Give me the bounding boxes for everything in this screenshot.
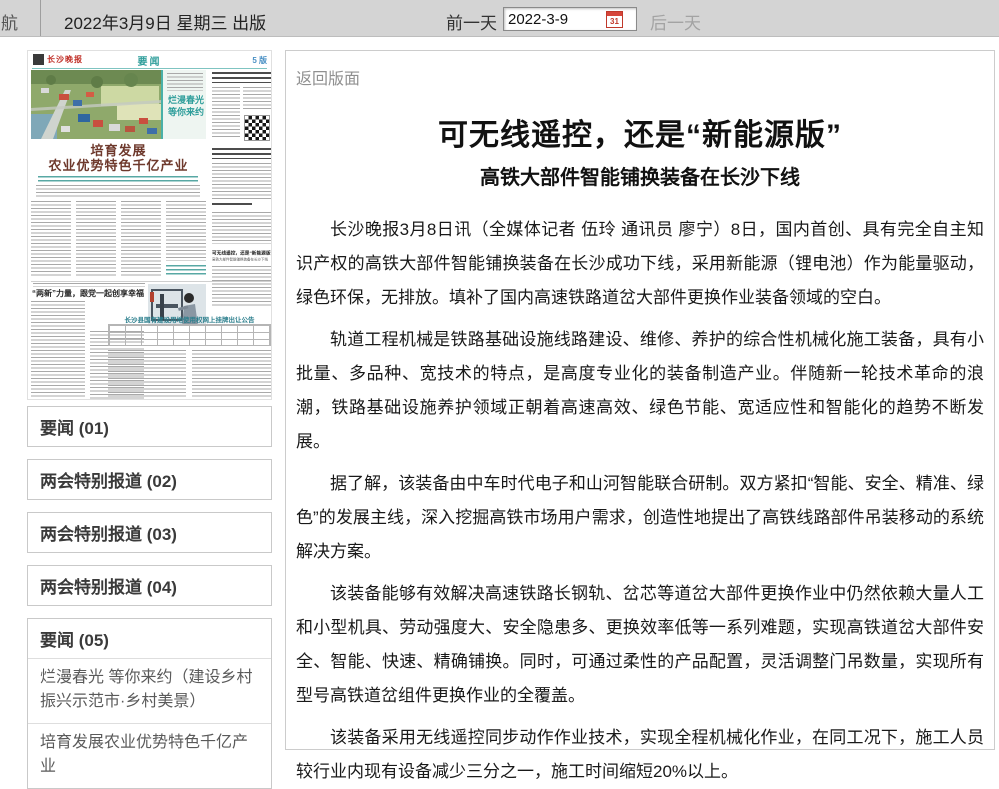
thumb-current-article-headline: 可无线遥控，还是“新能源版”	[212, 249, 259, 256]
previous-day-link[interactable]: 前一天	[446, 9, 497, 34]
thumb-right-headline-sim	[212, 72, 271, 83]
section-label[interactable]: 要闻 (01)	[28, 407, 271, 446]
thumb-subhead-sim	[38, 176, 198, 182]
article-title: 可无线遥控，还是“新能源版”	[296, 110, 984, 154]
article-panel: 返回版面 可无线遥控，还是“新能源版” 高铁大部件智能铺换装备在长沙下线 长沙晚…	[285, 50, 995, 750]
next-day-link-disabled: 后一天	[650, 9, 701, 34]
top-navigation-bar: 航 2022年3月9日 星期三 出版 前一天 31 后一天	[0, 0, 999, 37]
article-paragraph: 长沙晚报3月8日讯（全媒体记者 伍玲 通讯员 廖宁）8日，国内首创、具有完全自主…	[296, 213, 984, 315]
paper-thumbnail[interactable]: 长沙晚报 要闻 5 版	[27, 50, 272, 400]
sidebar-section-lianghui-03: 两会特别报道 (03)	[27, 512, 272, 553]
sidebar-section-lianghui-04: 两会特别报道 (04)	[27, 565, 272, 606]
article-body: 长沙晚报3月8日讯（全媒体记者 伍玲 通讯员 廖宁）8日，国内首创、具有完全自主…	[296, 213, 984, 789]
thumb-inset-feature: 烂漫春光 等你来约	[161, 70, 206, 139]
sidebar-section-yaowen-01: 要闻 (01)	[27, 406, 272, 447]
calendar-day-number: 31	[607, 17, 622, 27]
article-subtitle: 高铁大部件智能铺换装备在长沙下线	[296, 161, 984, 190]
article-paragraph: 据了解，该装备由中车时代电子和山河智能联合研制。双方紧扣“智能、安全、精准、绿色…	[296, 467, 984, 569]
article-paragraph: 轨道工程机械是铁路基础设施线路建设、维修、养护的综合性机械化施工装备，具有小批量…	[296, 323, 984, 459]
sidebar: 长沙晚报 要闻 5 版	[27, 50, 272, 789]
topbar-divider	[40, 0, 41, 36]
publication-date-label: 2022年3月9日 星期三 出版	[64, 9, 266, 34]
sidebar-section-yaowen-05: 要闻 (05) 烂漫春光 等你来约（建设乡村振兴示范市·乡村美景） 培育发展农业…	[27, 618, 272, 789]
section-label[interactable]: 两会特别报道 (04)	[28, 566, 271, 605]
thumb-current-article-subhead: 高铁大部件智能铺换装备在长沙下线	[212, 257, 253, 262]
thumb-inset-title: 烂漫春光 等你来约	[167, 94, 205, 118]
date-picker-field[interactable]: 31	[503, 7, 637, 31]
thumb-table-grid	[108, 324, 271, 346]
thumb-qr-code	[244, 115, 270, 141]
sidebar-section-lianghui-02: 两会特别报道 (02)	[27, 459, 272, 500]
calendar-icon[interactable]: 31	[606, 11, 623, 28]
section-label[interactable]: 要闻 (05)	[28, 619, 271, 658]
back-to-page-link[interactable]: 返回版面	[296, 65, 360, 89]
section-label[interactable]: 两会特别报道 (02)	[28, 460, 271, 499]
article-paragraph: 该装备采用无线遥控同步动作作业技术，实现全程机械化作业，在同工况下，施工人员较行…	[296, 721, 984, 789]
thumb-mid-headline: “两新”力量，跟党一起创享幸福	[32, 288, 146, 299]
article-paragraph: 该装备能够有效解决高速铁路长钢轨、岔芯等道岔大部件更换作业中仍然依赖大量人工和小…	[296, 577, 984, 713]
thumb-masthead-rule	[32, 68, 267, 69]
thumb-masthead-page: 5 版	[252, 55, 267, 66]
thumb-masthead-section: 要闻	[28, 53, 271, 68]
article-link[interactable]: 烂漫春光 等你来约（建设乡村振兴示范市·乡村美景）	[28, 658, 271, 723]
thumb-main-headline: 培育发展 农业优势特色千亿产业	[31, 143, 206, 173]
thumb-aerial-photo	[31, 70, 162, 139]
article-link[interactable]: 培育发展农业优势特色千亿产业	[28, 723, 271, 788]
thumb-table-title: 长沙县国有建设用地使用权网上挂牌出让公告	[108, 314, 271, 324]
section-label[interactable]: 两会特别报道 (03)	[28, 513, 271, 552]
nav-partial-label[interactable]: 航	[1, 9, 18, 34]
date-input[interactable]	[504, 9, 600, 29]
